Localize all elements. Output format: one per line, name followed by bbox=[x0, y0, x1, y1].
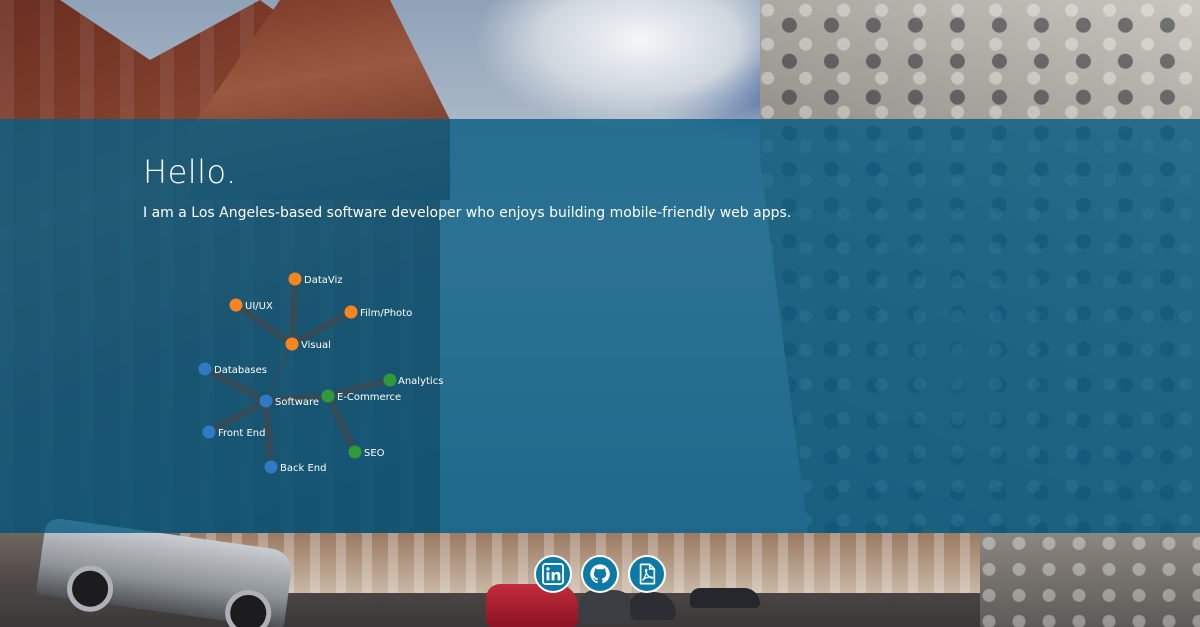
skill-link-visual-software bbox=[265, 343, 293, 402]
intro-panel: Hello. I am a Los Angeles-based software… bbox=[0, 119, 1200, 533]
github-button[interactable] bbox=[581, 555, 619, 593]
street-stone-wall bbox=[980, 533, 1200, 627]
page: Hello. I am a Los Angeles-based software… bbox=[0, 0, 1200, 627]
parked-car bbox=[580, 590, 636, 624]
skill-node-label: E-Commerce bbox=[337, 392, 401, 403]
skill-node-label: Visual bbox=[301, 340, 331, 351]
skill-node-dot[interactable] bbox=[383, 373, 397, 387]
resume-pdf-button[interactable] bbox=[628, 555, 666, 593]
skill-link-ecommerce-seo bbox=[324, 392, 359, 456]
skill-node-label: Databases bbox=[214, 365, 267, 376]
skill-node-label: Film/Photo bbox=[360, 308, 412, 319]
skill-node-analytics[interactable]: Analytics bbox=[383, 373, 444, 388]
skill-node-filmphoto[interactable]: Film/Photo bbox=[344, 305, 413, 320]
skill-node-dot[interactable] bbox=[348, 445, 362, 459]
skill-node-visual[interactable]: Visual bbox=[285, 337, 331, 352]
skill-node-dot[interactable] bbox=[321, 389, 335, 403]
linkedin-icon bbox=[542, 563, 564, 585]
pdf-icon bbox=[639, 563, 656, 585]
parked-car bbox=[690, 588, 760, 608]
skill-node-databases[interactable]: Databases bbox=[198, 362, 267, 377]
linkedin-button[interactable] bbox=[534, 555, 572, 593]
skill-node-label: Analytics bbox=[398, 376, 443, 387]
skill-node-label: UI/UX bbox=[245, 301, 273, 312]
skill-node-dot[interactable] bbox=[202, 425, 216, 439]
skill-link-software-backend bbox=[262, 397, 275, 471]
skill-node-dataviz[interactable]: DataViz bbox=[288, 272, 343, 287]
skill-node-dot[interactable] bbox=[264, 460, 278, 474]
skills-nodes: DataViz UI/UX Film/Photo Visual Databases Sof… bbox=[198, 272, 444, 475]
skill-node-frontend[interactable]: Front End bbox=[202, 425, 266, 440]
skill-node-label: Front End bbox=[218, 428, 265, 439]
skill-node-seo[interactable]: SEO bbox=[348, 445, 385, 460]
skill-node-dot[interactable] bbox=[198, 362, 212, 376]
skill-node-dot[interactable] bbox=[288, 272, 302, 286]
skill-node-backend[interactable]: Back End bbox=[264, 460, 327, 475]
social-links bbox=[534, 555, 666, 593]
github-icon bbox=[590, 564, 610, 584]
skill-node-dot[interactable] bbox=[344, 305, 358, 319]
skill-node-dot[interactable] bbox=[259, 394, 273, 408]
skill-node-software[interactable]: Software bbox=[259, 394, 320, 409]
skill-node-label: SEO bbox=[364, 448, 385, 459]
skill-node-dot[interactable] bbox=[285, 337, 299, 351]
skill-node-uiux[interactable]: UI/UX bbox=[229, 298, 273, 313]
skill-node-label: Back End bbox=[280, 463, 326, 474]
skill-node-dot[interactable] bbox=[229, 298, 243, 312]
skill-node-label: Software bbox=[275, 397, 319, 408]
skill-link-visual-dataviz bbox=[288, 275, 299, 348]
car-wheel bbox=[222, 586, 275, 627]
skills-graph: DataViz UI/UX Film/Photo Visual Databases Sof… bbox=[198, 272, 444, 475]
skill-node-label: DataViz bbox=[304, 275, 343, 286]
